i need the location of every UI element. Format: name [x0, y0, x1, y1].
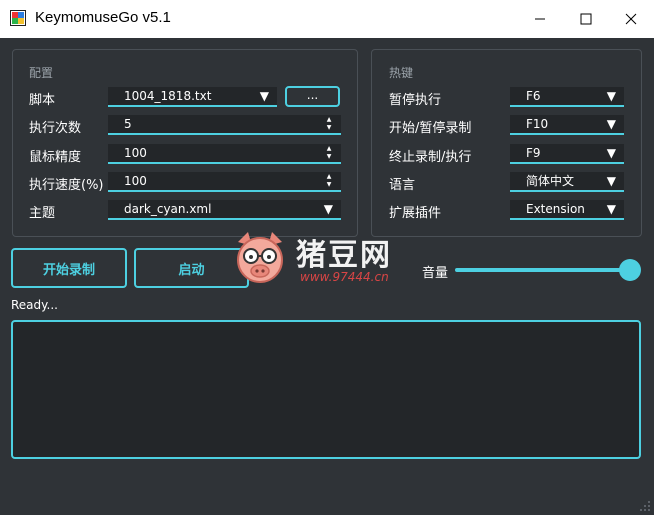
start-pause-record-hotkey-value: F10: [526, 117, 549, 131]
language-value: 简体中文: [526, 174, 575, 188]
spin-arrows-icon[interactable]: ▲ ▼: [325, 145, 333, 161]
mouse-precision-value: 100: [124, 146, 147, 160]
run-count-value: 5: [124, 117, 132, 131]
mouse-precision-spinbox[interactable]: 100 ▲ ▼: [108, 144, 341, 164]
theme-label: 主题: [29, 206, 56, 221]
language-label: 语言: [389, 178, 416, 193]
maximize-button[interactable]: [563, 0, 609, 38]
dropdown-arrow-icon: ▼: [606, 89, 616, 103]
script-label: 脚本: [29, 93, 56, 108]
spin-arrows-icon[interactable]: ▲ ▼: [325, 173, 333, 189]
plugin-label: 扩展插件: [389, 206, 442, 221]
dropdown-arrow-icon: ▼: [606, 146, 616, 160]
start-record-button[interactable]: 开始录制: [11, 248, 127, 288]
pause-run-label: 暂停执行: [389, 93, 442, 108]
hotkey-group-title: 热键: [389, 66, 414, 80]
script-select[interactable]: 1004_1818.txt ▼: [108, 87, 277, 107]
title-bar: KeymomuseGo v5.1: [0, 0, 654, 38]
minimize-button[interactable]: [517, 0, 563, 38]
run-count-label: 执行次数: [29, 121, 82, 136]
plugin-select[interactable]: Extension ▼: [510, 200, 624, 220]
dropdown-arrow-icon: ▼: [606, 202, 616, 216]
run-speed-label: 执行速度(%): [29, 178, 104, 193]
start-pause-record-hotkey-select[interactable]: F10 ▼: [510, 115, 624, 135]
watermark-url: www.97444.cn: [300, 270, 389, 284]
stop-record-run-hotkey-select[interactable]: F9 ▼: [510, 144, 624, 164]
spin-arrows-icon[interactable]: ▲ ▼: [325, 116, 333, 132]
run-speed-spinbox[interactable]: 100 ▲ ▼: [108, 172, 341, 192]
log-output[interactable]: [11, 320, 641, 459]
dropdown-arrow-icon: ▼: [323, 202, 333, 216]
stop-record-run-hotkey-value: F9: [526, 146, 541, 160]
start-pause-record-label: 开始/暂停录制: [389, 121, 472, 136]
script-value: 1004_1818.txt: [124, 89, 212, 103]
run-speed-value: 100: [124, 174, 147, 188]
dropdown-arrow-icon: ▼: [259, 89, 269, 103]
stop-record-run-label: 终止录制/执行: [389, 150, 472, 165]
theme-value: dark_cyan.xml: [124, 202, 212, 216]
theme-select[interactable]: dark_cyan.xml ▼: [108, 200, 341, 220]
mouse-precision-label: 鼠标精度: [29, 150, 82, 165]
language-select[interactable]: 简体中文 ▼: [510, 172, 624, 192]
volume-slider-handle[interactable]: [619, 259, 641, 281]
close-button[interactable]: [608, 0, 654, 38]
volume-label: 音量: [422, 266, 449, 281]
browse-button[interactable]: ...: [285, 86, 340, 107]
resize-grip-icon[interactable]: [637, 498, 651, 512]
volume-slider-track[interactable]: [455, 268, 630, 272]
dropdown-arrow-icon: ▼: [606, 117, 616, 131]
close-icon: [625, 13, 637, 25]
run-count-spinbox[interactable]: 5 ▲ ▼: [108, 115, 341, 135]
maximize-icon: [580, 13, 592, 25]
plugin-value: Extension: [526, 202, 585, 216]
pig-logo-icon: [237, 232, 283, 283]
config-group-title: 配置: [29, 66, 54, 80]
app-icon: [10, 10, 26, 26]
watermark-brand: 猪豆网: [296, 238, 392, 273]
status-text: Ready...: [11, 298, 58, 312]
window-title: KeymomuseGo v5.1: [35, 9, 171, 26]
pause-run-hotkey-select[interactable]: F6 ▼: [510, 87, 624, 107]
pause-run-hotkey-value: F6: [526, 89, 541, 103]
minimize-icon: [535, 18, 545, 20]
dropdown-arrow-icon: ▼: [606, 174, 616, 188]
watermark: 猪豆网 www.97444.cn: [230, 226, 430, 290]
